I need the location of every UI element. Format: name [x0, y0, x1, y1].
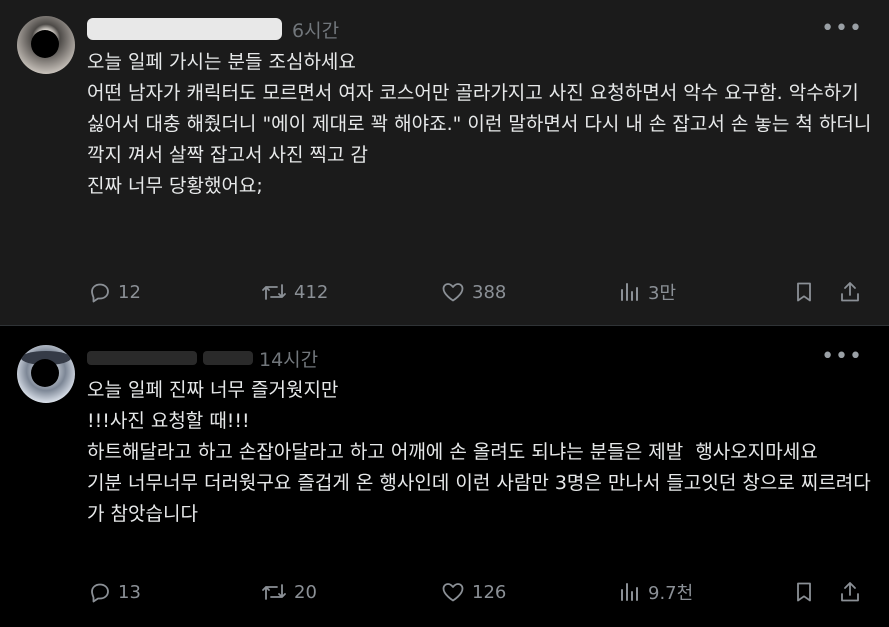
avatar-redaction — [31, 30, 59, 58]
post-header: 6시간 — [87, 14, 339, 44]
bookmark-icon — [797, 282, 811, 302]
redacted-username[interactable] — [87, 351, 197, 365]
post-line: 진짜 너무 당황했어요; — [87, 175, 263, 197]
bookmark-icon — [797, 582, 811, 602]
like-count: 388 — [472, 281, 507, 303]
post-line: 오늘 일페 가시는 분들 조심하세요 — [87, 51, 356, 73]
action-bar: 13 20 126 9.7천 — [88, 577, 868, 607]
redacted-username[interactable] — [87, 18, 282, 40]
share-button[interactable] — [838, 577, 862, 607]
reply-bubble-icon — [91, 583, 109, 603]
post-line: 오늘 일페 진짜 너무 즐거웟지만 — [87, 379, 339, 401]
views-count: 9.7천 — [648, 583, 694, 604]
reply-button[interactable]: 13 — [88, 577, 141, 607]
heart-icon — [442, 283, 464, 302]
post-body: 오늘 일페 가시는 분들 조심하세요 어떤 남자가 캐릭터도 모르면서 여자 코… — [87, 47, 877, 202]
like-button[interactable]: 388 — [440, 277, 506, 307]
repost-button[interactable]: 412 — [260, 277, 328, 307]
post-time[interactable]: 6시간 — [292, 16, 339, 43]
post-line: 어떤 남자가 캐릭터도 모르면서 여자 코스어만 골라가지고 사진 요청하면서 … — [87, 82, 878, 166]
more-dots-icon[interactable]: ••• — [821, 346, 863, 368]
avatar[interactable] — [17, 345, 75, 403]
redacted-handle[interactable] — [203, 351, 253, 365]
bookmark-button[interactable] — [792, 277, 816, 307]
views-count: 3만 — [648, 283, 677, 304]
repost-count: 20 — [294, 581, 317, 603]
reply-bubble-icon — [91, 283, 109, 303]
repost-arrows-icon — [262, 584, 286, 600]
bookmark-button[interactable] — [792, 577, 816, 607]
views-button[interactable]: 9.7천 — [618, 577, 693, 607]
reply-count: 12 — [118, 281, 141, 303]
more-dots-icon[interactable]: ••• — [821, 18, 863, 40]
repost-count: 412 — [294, 281, 329, 303]
share-icon — [841, 282, 859, 302]
heart-icon — [442, 583, 464, 602]
share-icon — [841, 582, 859, 602]
post-line: 기분 너무너무 더러웟구요 즐겁게 온 행사인데 이런 사람만 3명은 만나서 … — [87, 472, 871, 525]
share-button[interactable] — [838, 277, 862, 307]
views-bars-icon — [621, 283, 638, 301]
reply-count: 13 — [118, 581, 141, 603]
views-button[interactable]: 3만 — [618, 277, 676, 307]
repost-arrows-icon — [262, 284, 286, 300]
post-header: 14시간 — [87, 343, 318, 373]
reply-button[interactable]: 12 — [88, 277, 141, 307]
post-time[interactable]: 14시간 — [259, 345, 318, 372]
avatar[interactable] — [17, 16, 75, 74]
post-line: !!!사진 요청할 때!!! — [87, 410, 250, 432]
repost-button[interactable]: 20 — [260, 577, 317, 607]
avatar-redaction — [31, 359, 59, 387]
action-bar: 12 412 388 3만 — [88, 277, 868, 307]
post-line: 하트해달라고 하고 손잡아달라고 하고 어깨에 손 올려도 되냐는 분들은 제발… — [87, 441, 818, 463]
post-body: 오늘 일페 진짜 너무 즐거웟지만 !!!사진 요청할 때!!! 하트해달라고 … — [87, 375, 877, 530]
views-bars-icon — [621, 583, 638, 601]
like-button[interactable]: 126 — [440, 577, 506, 607]
like-count: 126 — [472, 581, 507, 603]
